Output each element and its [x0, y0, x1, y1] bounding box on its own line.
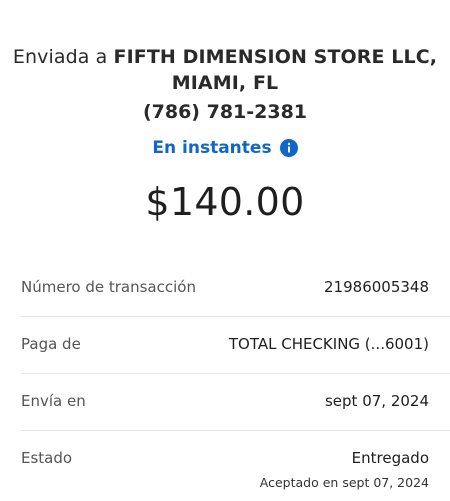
- detail-row-pay-from: Paga de TOTAL CHECKING (...6001): [21, 317, 450, 374]
- detail-row-send-on: Envía en sept 07, 2024: [21, 374, 450, 431]
- transfer-amount: $140.00: [145, 180, 305, 224]
- detail-value: TOTAL CHECKING (...6001): [228, 335, 429, 353]
- recipient-phone: (786) 781-2381: [142, 101, 308, 123]
- detail-value: 21986005348: [324, 278, 429, 296]
- detail-row-transaction-number: Número de transacción 21986005348: [21, 260, 450, 317]
- status-subtext: Aceptado en sept 07, 2024: [259, 475, 429, 490]
- detail-label: Estado: [21, 449, 73, 467]
- recipient-name: FIFTH DIMENSION STORE LLC,: [113, 46, 438, 68]
- transaction-details: Número de transacción 21986005348 Paga d…: [0, 260, 450, 501]
- detail-value: sept 07, 2024: [324, 392, 429, 410]
- recipient-line-1: Enviada a FIFTH DIMENSION STORE LLC,: [0, 44, 450, 70]
- detail-label: Número de transacción: [21, 278, 196, 296]
- delivery-speed-label: En instantes: [152, 138, 272, 158]
- recipient-location: MIAMI, FL: [171, 72, 279, 94]
- delivery-speed-link[interactable]: En instantes: [152, 137, 298, 159]
- detail-row-status: Estado Entregado Aceptado en sept 07, 20…: [21, 431, 450, 501]
- detail-label: Paga de: [21, 335, 81, 353]
- recipient-prefix: Enviada a: [12, 46, 108, 68]
- transfer-header: Enviada a FIFTH DIMENSION STORE LLC, MIA…: [0, 44, 450, 159]
- detail-label: Envía en: [21, 392, 86, 410]
- recipient-line-2: MIAMI, FL: [0, 70, 450, 96]
- info-icon[interactable]: [279, 139, 298, 157]
- status-value: Entregado: [351, 449, 429, 467]
